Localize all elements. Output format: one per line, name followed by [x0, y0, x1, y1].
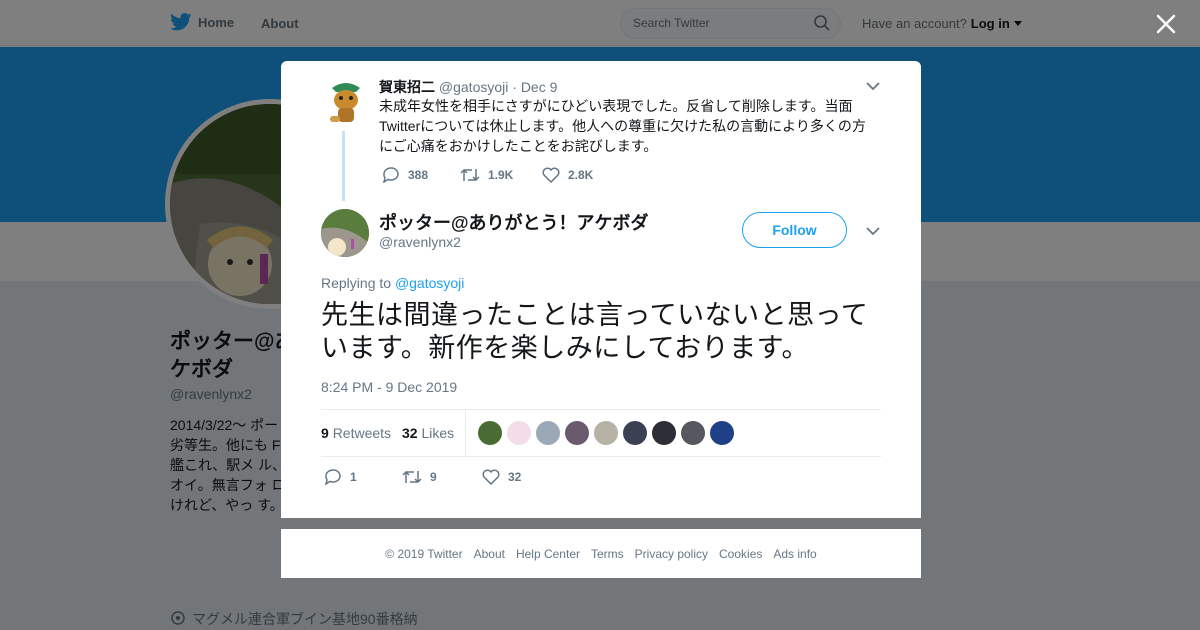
reply-count: 388 [408, 168, 429, 182]
parent-tweet-text: 未成年女性を相手にさすがにひどい表現でした。反省して削除します。当面Twitte… [379, 98, 866, 154]
close-icon[interactable] [1154, 12, 1178, 36]
retweet-icon [460, 168, 480, 182]
retweet-count: 1.9K [488, 168, 514, 182]
like-count: 32 [508, 470, 522, 484]
footer-link-terms[interactable]: Terms [591, 547, 624, 561]
parent-tweet-name[interactable]: 賀東招二 [379, 79, 435, 95]
liker-avatar[interactable] [507, 421, 531, 445]
footer-copyright: © 2019 Twitter [385, 546, 463, 561]
reply-button[interactable]: 388 [382, 167, 460, 183]
main-tweet-handle[interactable]: @ravenlynx2 [379, 234, 461, 250]
parent-tweet-actions: 388 1.9K 2.8K [382, 167, 593, 183]
liker-avatar[interactable] [710, 421, 734, 445]
like-stat-count: 32 [402, 425, 418, 441]
heart-icon [542, 167, 560, 183]
footer-link-cookies[interactable]: Cookies [719, 547, 762, 561]
retweet-button[interactable]: 1.9K [460, 167, 542, 183]
retweet-icon [402, 470, 422, 484]
parent-tweet-date[interactable]: Dec 9 [521, 79, 558, 95]
main-tweet-name[interactable]: ポッター@ありがとう！アケボダ [379, 209, 649, 235]
liker-avatar[interactable] [681, 421, 705, 445]
retweet-stat-count: 9 [321, 425, 329, 441]
like-count: 2.8K [568, 168, 594, 182]
heart-icon [482, 469, 500, 485]
main-tweet-avatar[interactable] [321, 209, 369, 257]
like-button[interactable]: 32 [482, 469, 521, 485]
reply-icon [324, 469, 341, 485]
replying-to: Replying to @gatosyoji [321, 275, 464, 291]
footer-link-about[interactable]: About [474, 547, 505, 561]
liker-avatar[interactable] [565, 421, 589, 445]
liker-avatar[interactable] [478, 421, 502, 445]
like-stat[interactable]: 32 Likes [402, 425, 454, 441]
main-tweet-text: 先生は間違ったことは言っていないと思っています。新作を楽しみにしております。 [321, 300, 869, 364]
footer-link-help-center[interactable]: Help Center [516, 547, 580, 561]
tweet-timestamp[interactable]: 8:24 PM - 9 Dec 2019 [321, 379, 457, 395]
footer-link-ads-info[interactable]: Ads info [773, 547, 816, 561]
parent-tweet-handle[interactable]: @gatosyoji [439, 79, 508, 95]
chevron-down-icon[interactable] [866, 226, 880, 236]
tweet-stats: 9 Retweets 32 Likes [321, 409, 881, 457]
reply-button[interactable]: 1 [324, 469, 402, 485]
liker-avatar[interactable] [536, 421, 560, 445]
reply-count: 1 [350, 470, 357, 484]
replying-prefix: Replying to [321, 275, 392, 291]
footer-link-privacy[interactable]: Privacy policy [635, 547, 708, 561]
chevron-down-icon[interactable] [866, 81, 880, 91]
tweet-modal: 賀東招二 @gatosyoji · Dec 9 未成年女性を相手にさすがにひどい… [281, 61, 921, 518]
replying-to-link[interactable]: @gatosyoji [395, 275, 464, 291]
parent-tweet-avatar[interactable] [326, 78, 366, 126]
retweet-count: 9 [430, 470, 437, 484]
liker-avatar[interactable] [623, 421, 647, 445]
main-tweet-actions: 1 9 32 [324, 469, 521, 485]
retweet-stat[interactable]: 9 Retweets [321, 425, 391, 441]
reply-icon [382, 167, 399, 183]
like-stat-label: Likes [421, 425, 455, 441]
retweet-stat-label: Retweets [332, 425, 392, 441]
follow-button[interactable]: Follow [742, 212, 847, 248]
separator-dot: · [512, 79, 517, 95]
liker-avatar[interactable] [652, 421, 676, 445]
stat-divider [465, 410, 466, 457]
modal-footer: © 2019 Twitter About Help Center Terms P… [281, 529, 921, 578]
like-button[interactable]: 2.8K [542, 167, 593, 183]
liker-avatars [478, 421, 734, 445]
liker-avatar[interactable] [594, 421, 618, 445]
parent-tweet-header: 賀東招二 @gatosyoji · Dec 9 [379, 77, 557, 97]
retweet-button[interactable]: 9 [402, 469, 482, 485]
thread-line [342, 131, 345, 201]
